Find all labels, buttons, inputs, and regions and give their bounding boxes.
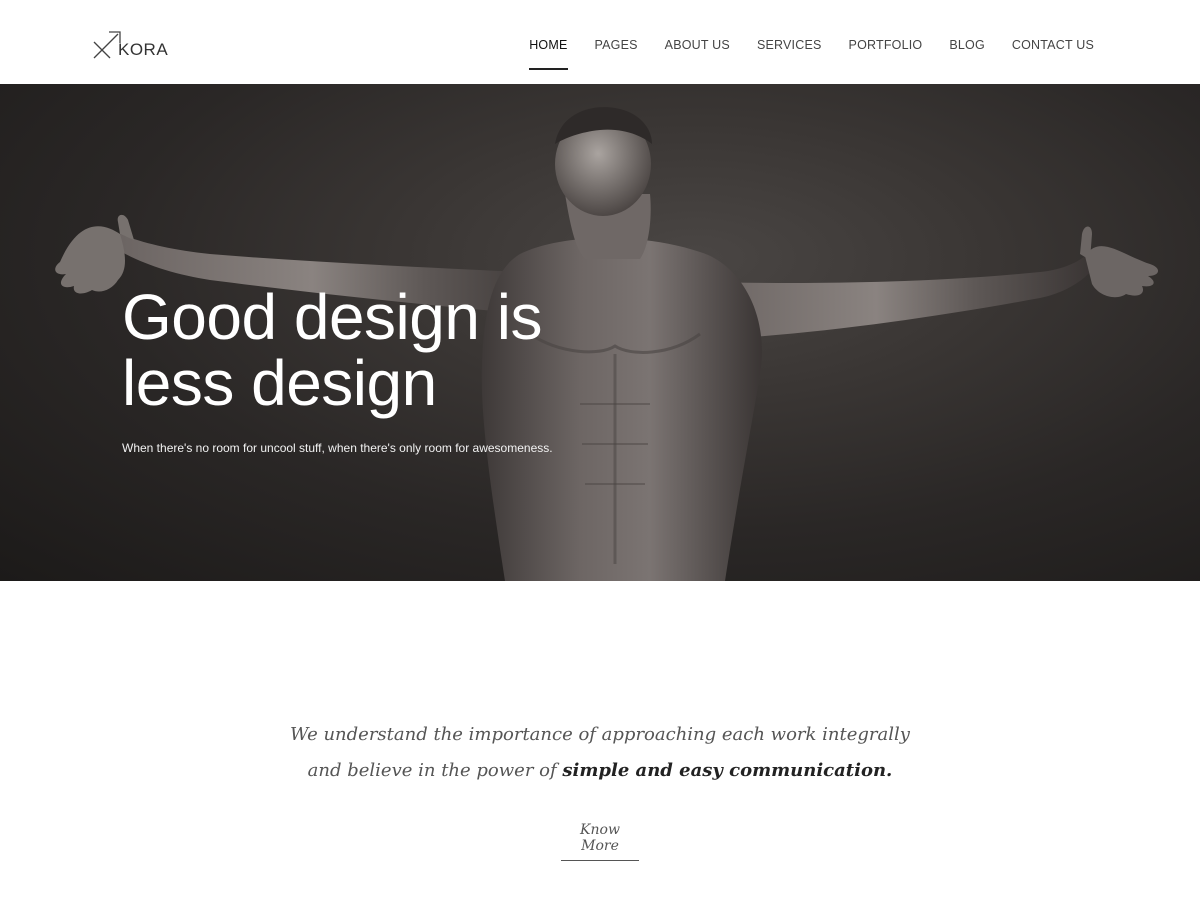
hero-title-line-2: less design — [122, 347, 437, 419]
logo-text: KORA — [118, 40, 169, 59]
hero-banner: Good design is less design When there's … — [0, 84, 1200, 581]
nav-item-services[interactable]: SERVICES — [757, 0, 822, 70]
nav-item-portfolio[interactable]: PORTFOLIO — [849, 0, 923, 70]
nav-item-blog[interactable]: BLOG — [949, 0, 985, 70]
site-header: KORA HOME PAGES ABOUT US SERVICES PORTFO… — [0, 0, 1200, 84]
main-nav: HOME PAGES ABOUT US SERVICES PORTFOLIO B… — [529, 0, 1094, 84]
intro-line-2-regular: and believe in the power of — [307, 760, 563, 781]
logo[interactable]: KORA — [92, 26, 168, 60]
hero-title-line-1: Good design is — [122, 281, 542, 353]
hero-title: Good design is less design — [122, 284, 642, 416]
know-more-link[interactable]: Know More — [561, 822, 639, 861]
arrow-cross-logo-icon — [92, 28, 122, 60]
intro-line-2: and believe in the power of simple and e… — [0, 760, 1200, 781]
nav-item-about-us[interactable]: ABOUT US — [665, 0, 730, 70]
intro-line-1: We understand the importance of approach… — [290, 724, 910, 745]
nav-item-home[interactable]: HOME — [529, 0, 568, 70]
intro-section: We understand the importance of approach… — [0, 581, 1200, 900]
intro-line-2-bold: simple and easy communication. — [562, 760, 893, 781]
nav-item-contact-us[interactable]: CONTACT US — [1012, 0, 1094, 70]
hero-subtitle: When there's no room for uncool stuff, w… — [122, 441, 553, 455]
nav-item-pages[interactable]: PAGES — [595, 0, 638, 70]
